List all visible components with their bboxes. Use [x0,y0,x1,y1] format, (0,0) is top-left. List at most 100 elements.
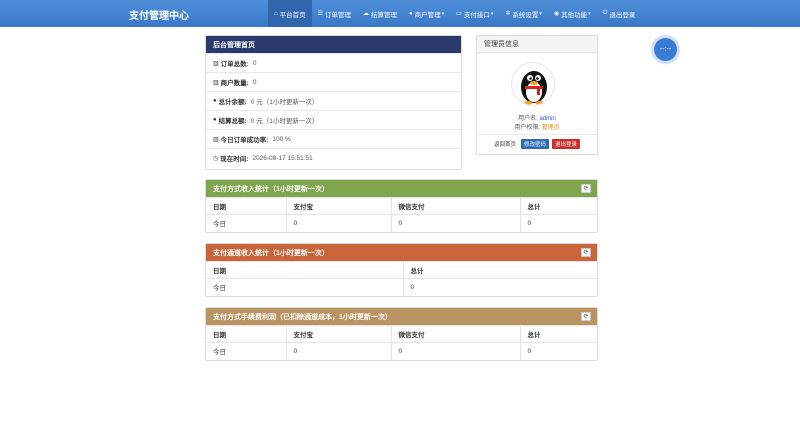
col-date: 日期 [206,197,286,215]
bar-chart-icon: ▥ [213,79,219,86]
nav-item-2[interactable]: ☁ 结算管理 [357,0,403,27]
bar-chart-icon: ▥ [213,60,219,67]
list-item-value: 2026-08-17 15:51:51 [252,154,313,162]
col-wechat: 微信支付 [390,325,520,343]
globe-icon: ◉ [553,11,560,17]
caret-down-icon: ▾ [441,10,445,17]
refresh-icon[interactable]: ⟳ [581,184,591,193]
cell-alipay: 0 [285,342,391,360]
clock-icon: ◷ [213,155,219,162]
admin-home-panel: 后台管理首页 ▥ 订单总数: 0 ▥ 商户数量: 0 ● 总计余额: 0 元（1小时更新一次） ●… [205,35,462,170]
col-alipay: 支付宝 [285,325,391,343]
channel-income-title: 支付通道收入统计（1小时更新一次） [213,249,329,257]
drop-icon: ● [213,117,217,123]
table-header-row: 日期 支付宝 微信支付 总计 [206,197,597,215]
nav-item-7[interactable]: ⏻ 退出登录 [597,0,642,27]
role-line: 用户权限: 管理员 [477,122,597,131]
caret-down-icon: ▾ [539,10,542,17]
col-wechat: 微信支付 [390,197,520,215]
cell-total: 0 [519,214,597,232]
caret-down-icon: ▾ [588,10,591,17]
list-item-value: 0 元（1小时更新一次） [250,118,319,125]
list-item: ● 结算总额: 0 元（1小时更新一次） [206,110,461,129]
nav-item-0[interactable]: ⌂ 平台首页 [268,0,312,27]
cell-date: 今日 [206,342,286,360]
admin-home-list: ▥ 订单总数: 0 ▥ 商户数量: 0 ● 总计余额: 0 元（1小时更新一次） ● 结算总额: 0 … [206,53,461,167]
admin-info-title: 管理员信息 [484,41,519,48]
nav-item-6[interactable]: ◉ 其他功能 ▾ [548,0,597,27]
fee-profit-title: 支付方式手续费利润（已扣除通道成本，1小时更新一次） [213,313,392,321]
fee-profit-header: 支付方式手续费利润（已扣除通道成本，1小时更新一次） ⟳ [206,308,597,325]
table-row: 今日 0 [206,278,597,296]
list-item: ◷ 现在时间: 2026-08-17 15:51:51 [206,148,461,167]
list-item-value: 0 [252,59,257,67]
list-item-value: 100 % [272,135,291,143]
admin-info-panel: 管理员信息 用户名: admin 用户权限: 管理员 返回首页 修改密码 退出登… [476,35,598,155]
card-icon: ▭ [456,11,462,17]
list-item: ▥ 订单总数: 0 [206,53,461,72]
role-label: 用户权限: [514,125,540,131]
caret-down-icon: ▾ [490,10,494,17]
admin-actions: 返回首页 修改密码 退出登录 [477,134,597,153]
admin-home-title: 后台管理首页 [213,41,255,49]
nav-item-label: 其他功能 [561,11,588,19]
main-nav: ⌂ 平台首页 ☰ 订单管理 ☁ 结算管理 ● 商户管理 ▾ ▭ 支付接口 ▾ ✲ 系统设置 ▾ ◉ 其他功能 ▾ ⏻… [268,0,641,27]
back-home-link[interactable]: 返回首页 [494,140,516,148]
table-header-row: 日期 支付宝 微信支付 总计 [206,325,597,343]
cell-date: 今日 [206,214,286,232]
list-item-label: 商户数量: [220,80,249,87]
floating-clock-button[interactable]: --:-- [654,38,677,61]
list-item-label: 今日订单成功率: [220,137,269,144]
pay-method-income-title: 支付方式收入统计（1小时更新一次） [213,185,329,193]
fee-profit-panel: 支付方式手续费利润（已扣除通道成本，1小时更新一次） ⟳ 日期 支付宝 微信支付… [205,307,598,361]
nav-item-label: 系统设置 [512,11,539,19]
list-item-label: 订单总数: [220,61,249,68]
nav-item-label: 商户管理 [414,11,441,19]
penguin-avatar-icon [521,71,547,105]
change-password-button[interactable]: 修改密码 [520,139,549,149]
refresh-icon[interactable]: ⟳ [581,248,591,257]
username-line: 用户名: admin [477,113,597,122]
list-item-label: 结算总额: [218,118,247,125]
cell-wechat: 0 [390,342,520,360]
drop-icon: ● [213,98,217,104]
logout-button[interactable]: 退出登录 [552,139,581,149]
refresh-icon[interactable]: ⟳ [581,312,591,321]
nav-item-1[interactable]: ☰ 订单管理 [312,0,357,27]
table-header-row: 日期 总计 [206,261,597,279]
avatar [511,62,555,106]
cloud-icon: ☁ [363,11,370,17]
bar-chart-icon: ▥ [213,136,219,143]
pay-method-income-table: 日期 支付宝 微信支付 总计 今日 0 0 0 [206,197,597,232]
table-row: 今日 0 0 0 [206,342,597,360]
list-item: ▥ 今日订单成功率: 100 % [206,129,461,148]
user-icon: ● [409,10,413,17]
list-item: ▥ 商户数量: 0 [206,72,461,91]
power-icon: ⏻ [602,10,608,16]
list-item: ● 总计余额: 0 元（1小时更新一次） [206,91,461,110]
home-icon: ⌂ [274,10,278,17]
list-item-value: 0 [252,78,257,86]
list-item-value: 0 元（1小时更新一次） [250,99,319,106]
col-total: 总计 [519,325,597,343]
col-total: 总计 [519,197,597,215]
cell-alipay: 0 [285,214,391,232]
nav-item-label: 退出登录 [609,11,636,19]
admin-info-header: 管理员信息 [477,36,597,53]
nav-item-label: 结算管理 [371,11,398,19]
nav-item-5[interactable]: ✲ 系统设置 ▾ [499,0,548,27]
list-item-label: 总计余额: [218,99,247,106]
nav-item-label: 支付接口 [463,11,490,19]
fee-profit-table: 日期 支付宝 微信支付 总计 今日 0 0 0 [206,325,597,360]
cell-wechat: 0 [390,214,520,232]
pay-method-income-header: 支付方式收入统计（1小时更新一次） ⟳ [206,180,597,197]
col-date: 日期 [206,261,403,279]
nav-item-3[interactable]: ● 商户管理 ▾ [403,0,450,27]
top-navbar: 支付管理中心 ⌂ 平台首页 ☰ 订单管理 ☁ 结算管理 ● 商户管理 ▾ ▭ 支付接口 ▾ ✲ 系统设置 ▾… [0,0,800,27]
list-item-label: 现在时间: [220,156,249,163]
role-value: 管理员 [541,125,560,131]
table-row: 今日 0 0 0 [206,214,597,232]
brand-title[interactable]: 支付管理中心 [129,7,189,22]
gear-icon: ✲ [505,11,511,17]
nav-item-4[interactable]: ▭ 支付接口 ▾ [450,0,499,27]
